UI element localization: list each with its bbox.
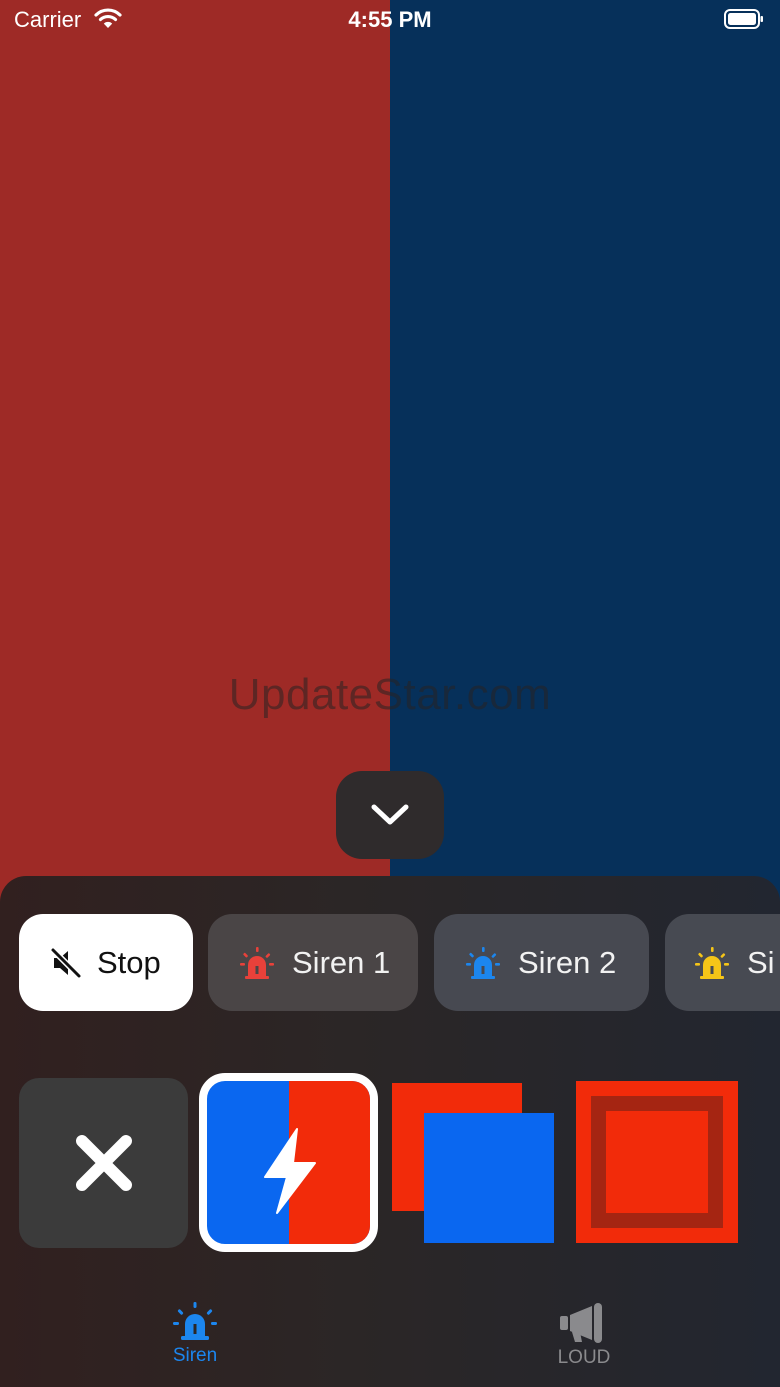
siren-2-button[interactable]: Siren 2 [434,914,649,1011]
chevron-down-icon [371,804,409,825]
tab-loud-label: LOUD [557,1347,611,1368]
light-squares-button[interactable] [392,1078,554,1244]
close-icon [75,1135,132,1191]
blue-square [424,1113,554,1243]
battery-icon [724,9,763,29]
siren-icon [173,1302,217,1340]
siren-icon [466,946,500,979]
light-frame-button[interactable] [576,1081,738,1243]
siren-icon [695,946,729,979]
lightning-icon [264,1128,316,1214]
tab-siren-label: Siren [172,1345,218,1366]
collapse-panel-button[interactable] [336,771,444,859]
status-time: 4:55 PM [348,7,432,32]
light-flash-button[interactable] [199,1073,378,1252]
siren-2-label: Siren 2 [518,944,617,980]
stop-sound-button[interactable]: Stop [19,914,193,1011]
megaphone-icon [560,1303,602,1343]
light-off-button[interactable] [19,1078,188,1248]
siren-3-button[interactable]: Si [665,914,780,1011]
watermark-text: UpdateStar.com [228,670,552,719]
speaker-muted-icon [50,946,82,979]
frame-inner-square [591,1096,723,1228]
status-bar: Carrier 4:55 PM [0,0,780,40]
siren-1-button[interactable]: Siren 1 [208,914,418,1011]
tab-loud[interactable]: LOUD [524,1302,644,1369]
stop-label: Stop [97,944,161,980]
tab-siren[interactable]: Siren [135,1302,255,1367]
siren-icon [240,946,274,979]
siren-1-label: Siren 1 [292,944,391,980]
siren-3-label: Si [747,944,775,980]
